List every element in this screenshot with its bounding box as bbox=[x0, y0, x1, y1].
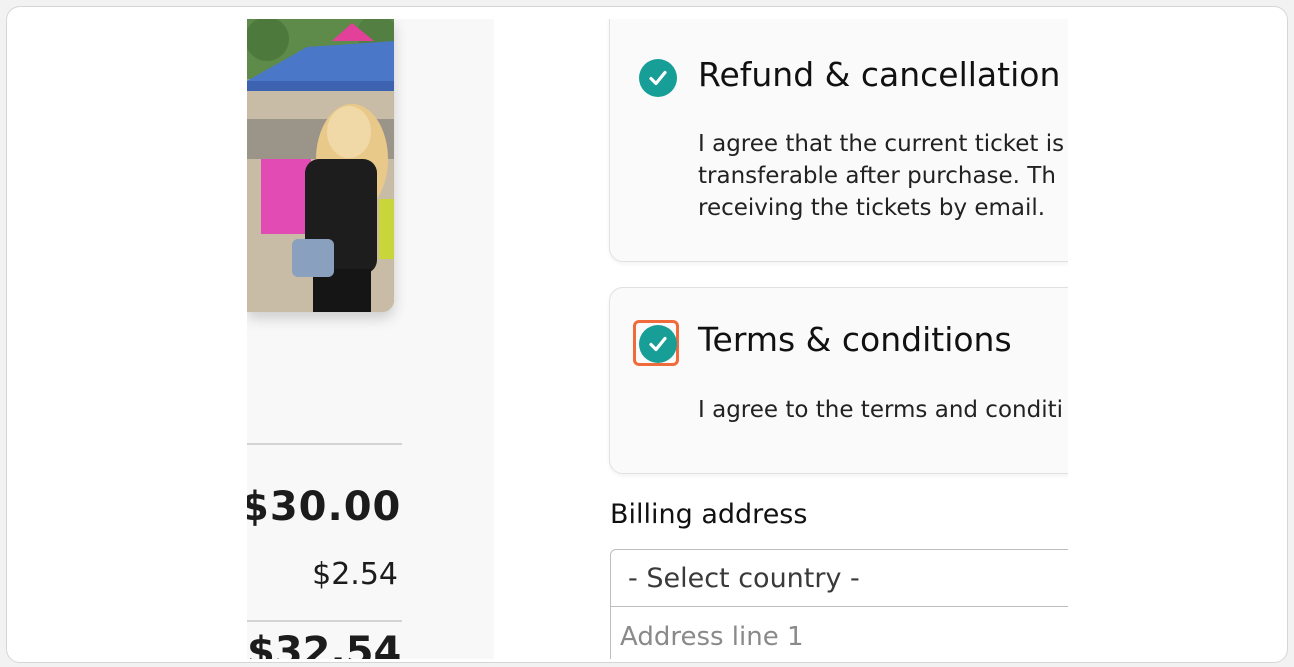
checkout-form: Refund & cancellation I agree that the c… bbox=[494, 19, 1068, 659]
check-circle-icon bbox=[649, 336, 667, 352]
country-select[interactable]: - Select country - bbox=[611, 550, 1068, 607]
total-amount: $32.54 bbox=[247, 629, 402, 659]
refund-body: I agree that the current ticket is trans… bbox=[698, 128, 1064, 224]
refund-checkbox[interactable] bbox=[639, 59, 677, 97]
billing-address-fields: - Select country - bbox=[610, 549, 1068, 659]
summary-divider-bottom bbox=[247, 620, 402, 622]
refund-body-line: receiving the tickets by email. bbox=[698, 195, 1046, 221]
terms-body: I agree to the terms and conditi bbox=[698, 394, 1063, 426]
screenshot-frame: $30.00 $2.54 $32.54 Refund & cancellatio… bbox=[6, 6, 1288, 663]
terms-body-line: I agree to the terms and conditi bbox=[698, 397, 1064, 423]
event-photo bbox=[247, 19, 394, 312]
fees-amount: $2.54 bbox=[312, 557, 398, 592]
subtotal-amount: $30.00 bbox=[247, 484, 402, 530]
refund-body-line: transferable after purchase. Th bbox=[698, 163, 1056, 189]
address-line1-input[interactable] bbox=[611, 608, 1068, 659]
checkout-page: $30.00 $2.54 $32.54 Refund & cancellatio… bbox=[247, 19, 1068, 659]
terms-title: Terms & conditions bbox=[698, 320, 1012, 359]
order-summary-panel: $30.00 $2.54 $32.54 bbox=[247, 19, 494, 659]
check-circle-icon bbox=[649, 70, 667, 86]
terms-checkbox[interactable] bbox=[639, 325, 677, 363]
terms-agreement-card: Terms & conditions I agree to the terms … bbox=[609, 287, 1068, 474]
refund-title: Refund & cancellation bbox=[698, 55, 1061, 94]
refund-body-line: I agree that the current ticket is bbox=[698, 131, 1065, 157]
billing-address-label: Billing address bbox=[610, 499, 808, 530]
summary-divider-top bbox=[247, 443, 402, 445]
refund-agreement-card: Refund & cancellation I agree that the c… bbox=[609, 19, 1068, 262]
